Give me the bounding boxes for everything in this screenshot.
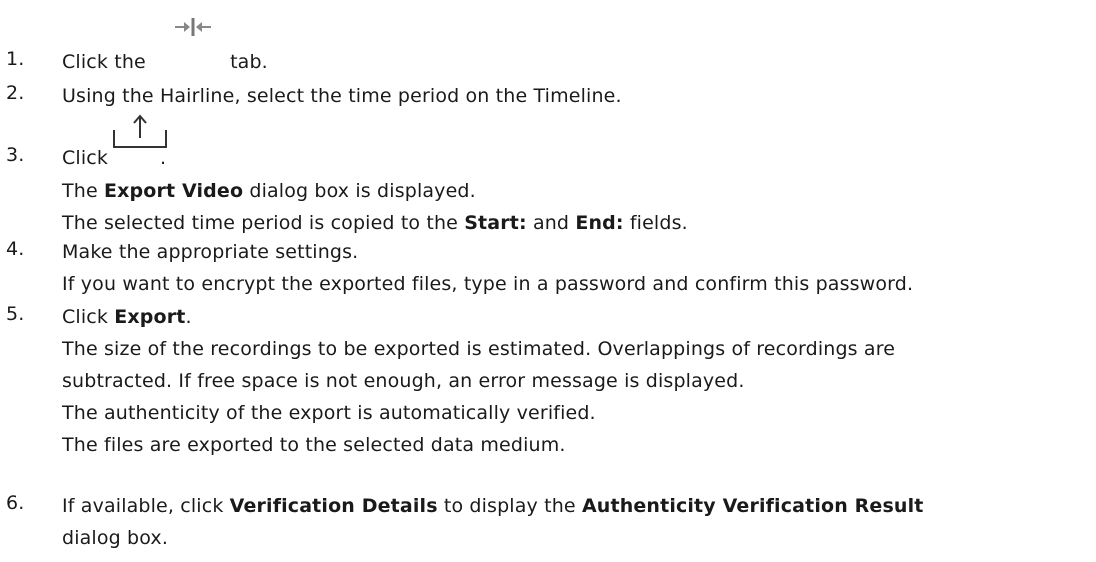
- step-main-line: If available, click Verification Details…: [62, 495, 924, 517]
- step-text: Click Export. The size of the recordings…: [62, 303, 895, 460]
- step-text: If available, click Verification Details…: [62, 492, 923, 553]
- step-sub-line: The size of the recordings to be exporte…: [62, 338, 896, 360]
- step-sub-line: The files are exported to the selected d…: [62, 434, 566, 456]
- icon-gap: [152, 67, 230, 68]
- step-text: Make the appropriate settings. If you wa…: [62, 238, 913, 299]
- timeline-tab-icon: [175, 18, 211, 36]
- step-text: Using the Hairline, select the time peri…: [62, 85, 622, 107]
- step-number: 2.: [6, 82, 25, 104]
- step-sub-line: The authenticity of the export is automa…: [62, 402, 596, 424]
- step-text-after-icon: tab.: [230, 51, 268, 73]
- step-text-before-icon: Click: [62, 147, 109, 169]
- step-main-line: Click.: [62, 144, 688, 173]
- step-sub-line: dialog box.: [62, 527, 169, 549]
- step-number: 5.: [6, 303, 25, 325]
- step-main-line: Make the appropriate settings.: [62, 241, 359, 263]
- step-sub-line: If you want to encrypt the exported file…: [62, 273, 914, 295]
- step-sub-line: The selected time period is copied to th…: [62, 212, 688, 234]
- step-text: Click the tab.: [62, 48, 268, 76]
- step-number: 4.: [6, 238, 25, 260]
- step-text-after-icon: .: [160, 147, 167, 169]
- step-number: 1.: [6, 48, 25, 70]
- step-text-before-icon: Click the: [62, 51, 146, 73]
- step-number: 3.: [6, 144, 25, 166]
- step-text: Click. The Export Video dialog box is di…: [62, 144, 688, 238]
- step-main-line: Click Export.: [62, 306, 192, 328]
- step-number: 6.: [6, 492, 25, 514]
- step-sub-line: The Export Video dialog box is displayed…: [62, 180, 476, 202]
- step-sub-line: subtracted. If free space is not enough,…: [62, 370, 745, 392]
